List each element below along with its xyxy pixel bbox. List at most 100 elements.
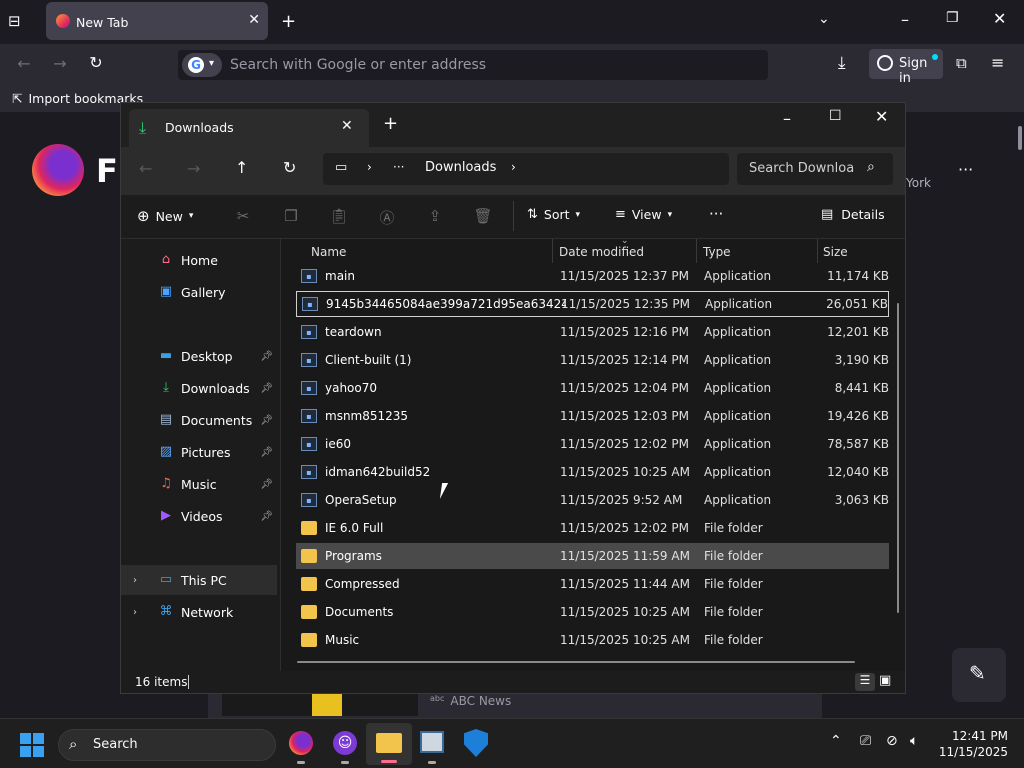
pin-icon[interactable]: 📌︎ (260, 511, 273, 522)
sidebar-item-home[interactable]: ⌂ Home (121, 245, 277, 275)
firefox-tab-new-tab[interactable]: New Tab ✕ (46, 2, 268, 40)
table-row[interactable]: ▪ msnm851235 11/15/2025 12:03 PM Applicatio… (296, 403, 889, 429)
pin-icon[interactable]: 📌︎ (260, 351, 273, 362)
restore-icon[interactable]: ❐ (946, 10, 959, 26)
table-row[interactable]: ▪ Client-built (1) 11/15/2025 12:14 PM Appl… (296, 347, 889, 373)
messenger-taskbar-icon[interactable]: ☺ (333, 731, 357, 755)
view-button[interactable]: ≡ View ▾ (615, 207, 672, 222)
table-row[interactable]: ▪ yahoo70 11/15/2025 12:04 PM Application 8,… (296, 375, 889, 401)
sidebar-item-this-pc[interactable]: › ▭ This PC (121, 565, 277, 595)
minimize-icon[interactable]: – (783, 109, 791, 128)
search-engine-selector[interactable]: G ▾ (182, 53, 222, 77)
customize-button[interactable]: ✎ (952, 648, 1006, 702)
table-row[interactable]: ▪ idman642build52 11/15/2025 10:25 AM Appli… (296, 459, 889, 485)
chevron-right-icon[interactable]: › (367, 160, 372, 174)
network-icon[interactable]: ⊘ (886, 733, 898, 749)
close-tab-icon[interactable]: ✕ (248, 12, 260, 28)
download-icon[interactable]: ⤓ (838, 53, 846, 73)
maximize-icon[interactable]: ☐ (829, 108, 842, 124)
column-header-date[interactable]: Date modified (559, 245, 644, 259)
extensions-icon[interactable]: ⧉ (956, 54, 967, 72)
sidebar-item-pictures[interactable]: ▨ Pictures 📌︎ (121, 437, 277, 467)
back-arrow-icon[interactable]: ← (139, 159, 152, 178)
list-all-tabs-chevron-icon[interactable]: ⌄ (818, 11, 830, 27)
rename-icon[interactable]: Ⓐ (377, 207, 397, 228)
sidebar-item-documents[interactable]: ▤ Documents 📌︎ (121, 405, 277, 435)
expand-chevron-icon[interactable]: › (133, 607, 137, 618)
chevron-up-icon[interactable]: ⌃ (830, 733, 842, 749)
pin-icon[interactable]: 📌︎ (260, 479, 273, 490)
pin-icon[interactable]: 📌︎ (260, 383, 273, 394)
close-window-icon[interactable]: ✕ (875, 107, 888, 126)
sidebar-item-desktop[interactable]: ▬ Desktop 📌︎ (121, 341, 277, 371)
taskbar-search[interactable]: ⌕ Search (58, 729, 276, 761)
sidebar-item-network[interactable]: › ⌘ Network (121, 597, 277, 627)
forward-arrow-icon[interactable]: → (187, 159, 200, 178)
copy-icon[interactable]: ❐ (281, 207, 301, 225)
table-row[interactable]: Documents 11/15/2025 10:25 AM File folder (296, 599, 889, 625)
close-tab-icon[interactable]: ✕ (341, 118, 353, 134)
details-view-icon[interactable]: ☰ (855, 673, 875, 691)
table-row[interactable]: ▪ 9145b34465084ae399a721d95ea63424 11/15/2… (296, 291, 889, 317)
tiles-view-icon[interactable]: ▣ (879, 673, 891, 688)
breadcrumb-downloads[interactable]: Downloads (425, 160, 496, 175)
breadcrumb-overflow[interactable]: ··· (393, 160, 404, 174)
volume-icon[interactable]: 🔈︎ (910, 733, 918, 749)
details-button[interactable]: ▤ Details (821, 207, 885, 222)
table-row[interactable]: Programs 11/15/2025 11:59 AM File folder (296, 543, 889, 569)
table-row[interactable]: ▪ ie60 11/15/2025 12:02 PM Application 78,58… (296, 431, 889, 457)
cut-icon[interactable]: ✂ (233, 207, 253, 225)
table-row[interactable]: IE 6.0 Full 11/15/2025 12:02 PM File folde… (296, 515, 889, 541)
vertical-scrollbar[interactable] (897, 303, 899, 613)
windows-start-icon[interactable] (20, 733, 44, 757)
sidebar-item-music[interactable]: ♫ Music 📌︎ (121, 469, 277, 499)
column-header-type[interactable]: Type (703, 245, 731, 259)
column-divider[interactable] (552, 239, 553, 263)
paste-icon[interactable]: 📋︎ (329, 207, 349, 225)
sidebar-item-gallery[interactable]: ▣ Gallery (121, 277, 277, 307)
up-arrow-icon[interactable]: ↑ (235, 158, 248, 177)
pin-icon[interactable]: 📌︎ (260, 447, 273, 458)
expand-chevron-icon[interactable]: › (133, 575, 137, 586)
back-arrow-icon[interactable]: ← (10, 54, 38, 73)
explorer-tab-downloads[interactable]: ⤓ Downloads ✕ (129, 109, 369, 147)
clock[interactable]: 12:41 PM 11/15/2025 (938, 728, 1008, 760)
table-row[interactable]: ▪ OperaSetup 11/15/2025 9:52 AM Application… (296, 487, 889, 513)
display-icon[interactable]: ⎚ (860, 733, 871, 749)
defender-shield-icon[interactable] (464, 729, 488, 757)
reload-icon[interactable]: ↻ (82, 53, 110, 72)
table-row[interactable]: Music 11/15/2025 10:25 AM File folder (296, 627, 889, 653)
table-row[interactable]: ▪ teardown 11/15/2025 12:16 PM Application 1… (296, 319, 889, 345)
close-window-icon[interactable]: ✕ (993, 9, 1006, 28)
address-bar[interactable]: ▭ › ··· Downloads › (323, 153, 729, 185)
search-box[interactable]: Search Downloa ⌕ (737, 153, 893, 185)
page-scrollbar[interactable] (1018, 126, 1022, 150)
column-header-size[interactable]: Size (823, 245, 848, 259)
more-options-icon[interactable]: ··· (709, 205, 723, 223)
column-divider[interactable] (817, 239, 818, 263)
url-bar[interactable]: G ▾ Search with Google or enter address (178, 50, 768, 80)
sign-in-button[interactable]: Sign in (869, 49, 943, 86)
app-window-taskbar-icon[interactable] (420, 731, 444, 753)
sort-button[interactable]: ⇅ Sort ▾ (527, 207, 580, 222)
horizontal-scrollbar[interactable] (297, 661, 855, 663)
explorer-taskbar-button[interactable] (366, 723, 412, 765)
new-button[interactable]: ⊕ New ▾ (137, 207, 193, 225)
delete-icon[interactable]: 🗑︎ (473, 207, 493, 225)
table-row[interactable]: Compressed 11/15/2025 11:44 AM File folder (296, 571, 889, 597)
column-divider[interactable] (696, 239, 697, 263)
table-row[interactable]: ▪ main 11/15/2025 12:37 PM Application 11,17… (296, 263, 889, 289)
column-header-name[interactable]: Name (311, 245, 346, 259)
sidebar-item-videos[interactable]: ▶ Videos 📌︎ (121, 501, 277, 531)
weather-more-icon[interactable]: ··· (958, 160, 973, 179)
new-tab-plus-icon[interactable]: + (281, 11, 296, 32)
chevron-right-icon[interactable]: › (511, 160, 516, 174)
tab-list-icon[interactable]: ⊟ (8, 12, 21, 30)
firefox-taskbar-icon[interactable] (289, 731, 313, 755)
minimize-icon[interactable]: – (901, 10, 909, 29)
share-icon[interactable]: ⇪ (425, 207, 445, 225)
forward-arrow-icon[interactable]: → (46, 54, 74, 73)
new-tab-plus-icon[interactable]: + (383, 113, 398, 134)
refresh-icon[interactable]: ↻ (283, 158, 296, 177)
menu-hamburger-icon[interactable]: ≡ (991, 53, 1004, 72)
